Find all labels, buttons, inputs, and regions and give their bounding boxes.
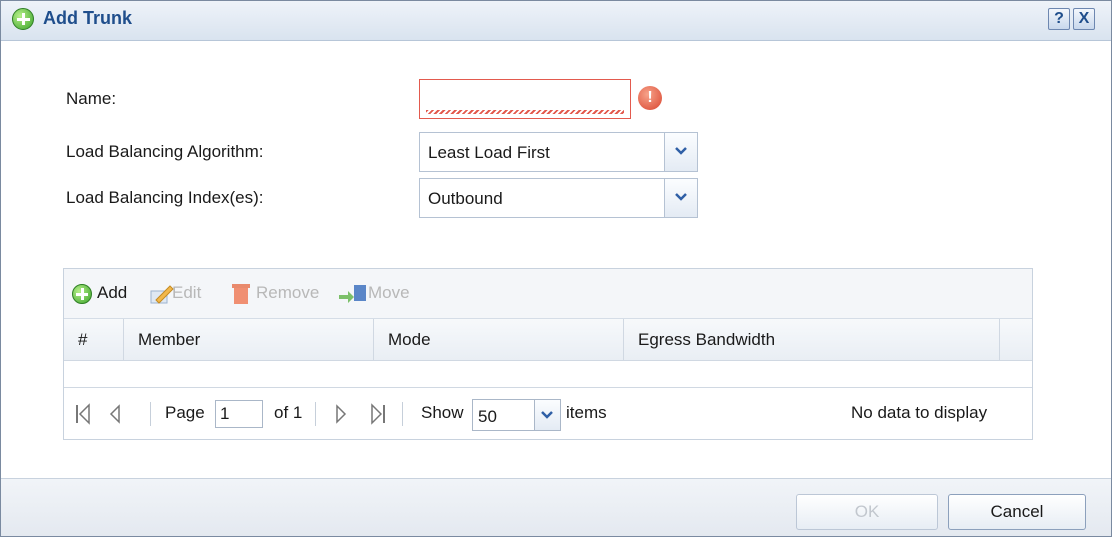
column-header-egress-bandwidth[interactable]: Egress Bandwidth bbox=[624, 319, 1000, 361]
member-grid: Add Edit Remove Move # Member Mode Egres… bbox=[63, 268, 1033, 440]
index-label: Load Balancing Index(es): bbox=[66, 188, 264, 207]
edit-button[interactable]: Edit bbox=[172, 283, 201, 303]
add-circle-icon bbox=[12, 8, 34, 30]
close-button[interactable]: X bbox=[1073, 8, 1095, 30]
grid-header: # Member Mode Egress Bandwidth bbox=[64, 319, 1032, 361]
last-page-icon[interactable] bbox=[370, 403, 386, 430]
pager-separator bbox=[150, 402, 151, 426]
algorithm-select[interactable]: Least Load First bbox=[419, 132, 698, 172]
first-page-icon[interactable] bbox=[75, 403, 91, 430]
add-button[interactable]: Add bbox=[97, 283, 127, 303]
cancel-button[interactable]: Cancel bbox=[948, 494, 1086, 530]
remove-button[interactable]: Remove bbox=[256, 283, 319, 303]
add-icon[interactable] bbox=[72, 284, 92, 304]
chevron-down-icon[interactable] bbox=[534, 400, 560, 430]
algorithm-label: Load Balancing Algorithm: bbox=[66, 142, 264, 161]
add-trunk-dialog: Add Trunk ? X Name: ! Load Balancing Alg… bbox=[0, 0, 1112, 537]
pager-separator bbox=[315, 402, 316, 426]
ok-button[interactable]: OK bbox=[796, 494, 938, 530]
column-header-mode[interactable]: Mode bbox=[374, 319, 624, 361]
help-button[interactable]: ? bbox=[1048, 8, 1070, 30]
chevron-down-icon[interactable] bbox=[664, 179, 697, 217]
edit-icon bbox=[150, 283, 174, 310]
column-header-index[interactable]: # bbox=[64, 319, 124, 361]
page-size-value: 50 bbox=[478, 407, 497, 426]
page-number-input[interactable]: 1 bbox=[215, 400, 263, 428]
page-label: Page bbox=[165, 403, 205, 422]
previous-page-icon[interactable] bbox=[109, 403, 121, 430]
grid-pager: Page 1 of 1 Show 50 items No data to dis… bbox=[64, 387, 1032, 439]
show-label: Show bbox=[421, 403, 464, 422]
chevron-down-icon[interactable] bbox=[664, 133, 697, 171]
items-label: items bbox=[566, 403, 607, 422]
algorithm-value: Least Load First bbox=[428, 143, 550, 162]
dialog-footer: OK Cancel bbox=[1, 478, 1111, 536]
page-size-select[interactable]: 50 bbox=[472, 399, 561, 431]
dialog-titlebar: Add Trunk ? X bbox=[1, 1, 1111, 41]
next-page-icon[interactable] bbox=[335, 403, 347, 430]
move-button[interactable]: Move bbox=[368, 283, 410, 303]
name-label: Name: bbox=[66, 89, 117, 108]
index-value: Outbound bbox=[428, 189, 503, 208]
page-count: of 1 bbox=[274, 403, 303, 422]
move-icon bbox=[338, 283, 368, 310]
grid-toolbar: Add Edit Remove Move bbox=[64, 269, 1032, 319]
empty-message: No data to display bbox=[851, 403, 988, 422]
validation-underline bbox=[426, 110, 624, 114]
error-icon: ! bbox=[638, 86, 662, 110]
pager-separator bbox=[402, 402, 403, 426]
trash-icon bbox=[230, 281, 252, 310]
name-input[interactable] bbox=[419, 79, 631, 119]
index-select[interactable]: Outbound bbox=[419, 178, 698, 218]
column-header-member[interactable]: Member bbox=[124, 319, 374, 361]
dialog-title: Add Trunk bbox=[43, 8, 132, 28]
